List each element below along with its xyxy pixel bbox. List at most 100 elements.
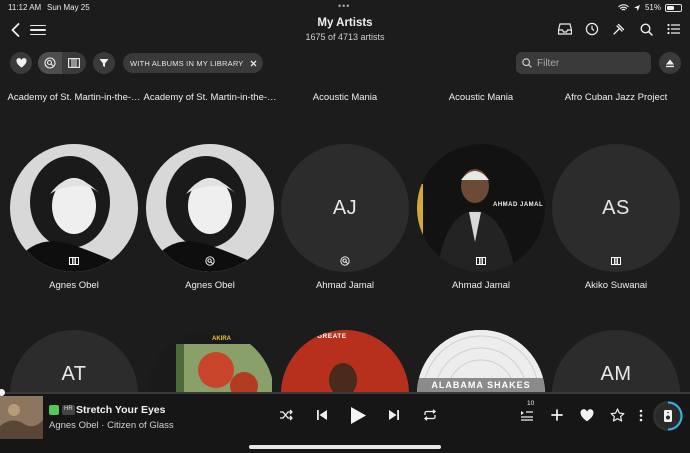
list-view-button[interactable] [664,20,682,38]
rate-button[interactable] [607,403,627,427]
more-options-button[interactable] [637,403,645,427]
quality-badge: HR [62,405,75,415]
filter-button[interactable] [93,52,115,74]
artist-card[interactable]: Agnes Obel [10,144,138,291]
artist-photo[interactable]: AKIRA [146,330,274,392]
artist-card[interactable]: AS Akiko Suwanai [552,144,680,291]
speaker-progress-icon [653,401,683,431]
multitask-dots-icon[interactable]: ••• [338,1,350,11]
queue-button[interactable]: 10 [517,400,537,427]
favorite-button[interactable] [577,403,597,427]
library-badge [67,255,81,267]
home-indicator[interactable] [249,445,441,449]
artist-card[interactable]: AT [10,330,138,392]
album-art-image [146,330,274,392]
library-icon [476,257,486,265]
cover-text: AHMAD JAMAL [493,202,544,208]
scroll-top-button[interactable] [659,52,681,74]
progress-knob[interactable] [0,389,5,396]
search-button[interactable] [637,20,655,38]
clock-icon [585,22,599,36]
plus-icon [551,409,563,421]
artist-placeholder[interactable]: AT [10,330,138,392]
cover-text: AKIRA [212,336,231,342]
artist-name[interactable]: Ahmad Jamal [417,280,545,291]
source-library-toggle[interactable] [62,52,86,74]
battery-icon [665,3,682,12]
filter-chip-label: WITH ALBUMS IN MY LIBRARY [130,58,244,68]
artist-name[interactable]: Ahmad Jamal [281,280,409,291]
artist-initials: AS [602,196,630,219]
filter-search-box[interactable] [516,52,651,74]
inbox-button[interactable] [556,20,574,38]
artist-card[interactable]: GREATE [281,330,409,392]
add-button[interactable] [547,403,567,427]
artist-photo[interactable] [10,144,138,272]
artist-initials: AM [600,362,632,385]
library-badge [609,255,623,267]
artist-name[interactable]: Academy of St. Martin-in-the-… [143,92,276,103]
funnel-icon [99,59,109,67]
status-right: 51% [618,3,682,12]
artist-name[interactable]: Afro Cuban Jazz Project [565,92,667,103]
history-button[interactable] [583,20,601,38]
now-playing-bar[interactable]: HR Stretch Your Eyes Agnes Obel · Citize… [0,389,690,453]
artist-card[interactable]: Agnes Obel [146,144,274,291]
previous-button[interactable] [312,403,332,427]
eject-up-icon [666,59,674,68]
cover-text: ALABAMA SHAKES [431,380,531,390]
album-cover-image [0,396,43,439]
play-button[interactable] [348,403,368,427]
artist-card[interactable]: AHMAD JAMAL Ahmad Jamal [417,144,545,291]
artist-initials: AT [61,362,87,385]
next-button[interactable] [384,403,404,427]
artist-placeholder[interactable]: AM [552,330,680,392]
album-art-image [417,144,545,272]
track-artist-album[interactable]: Agnes Obel · Citizen of Glass [49,420,174,431]
artist-card[interactable]: AM [552,330,680,392]
artist-name[interactable]: Agnes Obel [146,280,274,291]
battery-fill [667,5,674,10]
now-playing-actions: 10 [517,400,645,427]
radio-button[interactable] [610,20,628,38]
close-icon[interactable] [250,60,257,67]
artist-grid: Academy of St. Martin-in-the-… Academy o… [0,76,690,392]
status-bar: 11:12 AM Sun May 25 ••• 51% [0,0,690,14]
heart-icon [580,408,594,421]
artist-photo[interactable]: GREATE [281,330,409,392]
artist-name[interactable]: Agnes Obel [10,280,138,291]
favorites-filter-button[interactable] [10,52,32,74]
track-title[interactable]: Stretch Your Eyes [76,404,165,416]
artist-placeholder[interactable]: AJ [281,144,409,272]
artist-photo[interactable]: ALABAMA SHAKES [417,330,545,392]
repeat-icon [423,409,437,421]
source-search-toggle[interactable] [38,52,62,74]
now-playing-cover[interactable] [0,396,43,439]
artist-card[interactable]: ALABAMA SHAKES [417,330,545,392]
filter-input[interactable] [537,57,637,69]
playback-progress[interactable] [0,389,690,396]
play-icon [350,406,366,424]
heart-icon [15,58,27,68]
portrait-image [10,144,138,272]
artist-placeholder[interactable]: AS [552,144,680,272]
search-icon [639,22,653,36]
repeat-button[interactable] [420,403,440,427]
antenna-icon [613,23,625,35]
search-icon [522,58,532,68]
queue-icon [521,411,533,421]
artist-photo[interactable] [146,144,274,272]
active-filter-chip[interactable]: WITH ALBUMS IN MY LIBRARY [123,53,263,73]
list-icon [666,23,680,35]
artist-name[interactable]: Acoustic Mania [313,92,377,103]
artist-card[interactable]: AJ Ahmad Jamal [281,144,409,291]
artist-card[interactable]: AKIRA [146,330,274,392]
search-badge [338,255,352,267]
artist-name[interactable]: Academy of St. Martin-in-the-… [7,92,140,103]
output-device-button[interactable] [653,401,683,431]
artist-name[interactable]: Akiko Suwanai [552,280,680,291]
artist-photo[interactable]: AHMAD JAMAL [417,144,545,272]
shuffle-button[interactable] [276,403,296,427]
artist-name[interactable]: Acoustic Mania [449,92,513,103]
library-icon [68,58,80,68]
